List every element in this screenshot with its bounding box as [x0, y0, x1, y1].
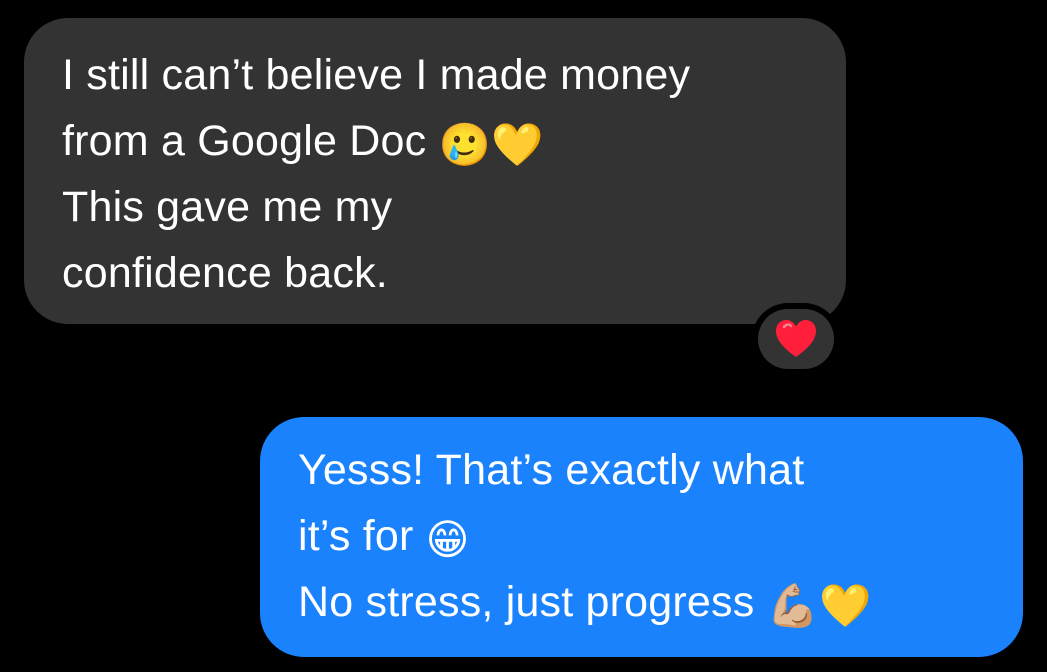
beaming-face-emoji-icon: 😁 [425, 515, 470, 564]
tapback-reaction[interactable] [752, 303, 840, 375]
conversation-view: I still can’t believe I made money from … [0, 0, 1047, 672]
tapback-badge [758, 309, 834, 369]
message-line-text: from a Google Doc [62, 117, 427, 165]
flexed-biceps-emoji-icon: 💪🏼 [766, 581, 820, 630]
yellow-heart-emoji-icon: 💛 [490, 120, 544, 169]
message-line: Yesss! That’s exactly what [298, 446, 805, 494]
yellow-heart-emoji-icon: 💛 [819, 581, 872, 630]
message-line: No stress, just progress 💪🏼💛 [298, 569, 1023, 635]
message-line-text: No stress, just progress [298, 578, 755, 626]
message-line: This gave me my [62, 183, 393, 231]
red-heart-icon [776, 320, 816, 357]
message-line: confidence back. [62, 249, 388, 297]
message-line: from a Google Doc 🥲💛 [62, 108, 846, 174]
incoming-message-bubble[interactable]: I still can’t believe I made money from … [24, 18, 846, 324]
message-line: it’s for 😁 [298, 503, 1023, 569]
outgoing-message-bubble[interactable]: Yesss! That’s exactly what it’s for 😁 No… [260, 417, 1023, 657]
smiling-face-with-tear-emoji-icon: 🥲 [438, 120, 491, 169]
message-line: I still can’t believe I made money [62, 51, 691, 99]
message-line-text: it’s for [298, 512, 414, 560]
